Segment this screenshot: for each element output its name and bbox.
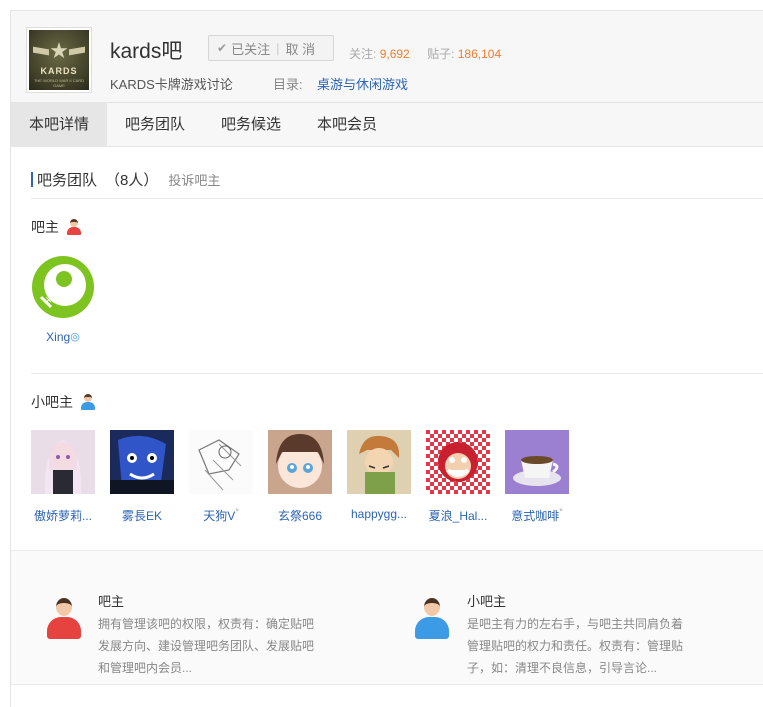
member-name-xing[interactable]: Xing◎ xyxy=(23,330,103,344)
avatar-image xyxy=(31,430,95,494)
directory-label: 目录: xyxy=(273,77,303,92)
divider xyxy=(31,373,763,374)
avatar-image xyxy=(110,430,174,494)
svg-text:✕: ✕ xyxy=(45,295,53,305)
logo-wing-right xyxy=(69,46,85,56)
logo-wing-left xyxy=(33,46,49,56)
avatar-image xyxy=(347,430,411,494)
tab-candidates[interactable]: 吧务候选 xyxy=(203,103,299,147)
member-name-1[interactable]: 傲娇萝莉... xyxy=(23,507,103,524)
logo-text: KARDS xyxy=(40,66,78,76)
followers-count: 9,692 xyxy=(379,47,410,61)
team-title: 吧务团队 xyxy=(37,172,98,189)
team-section-title: 吧务团队 （8人） 投诉吧主 xyxy=(31,169,220,190)
team-count: （8人） xyxy=(105,172,159,189)
forum-name[interactable]: kards吧 xyxy=(110,35,182,65)
forum-page: ★ KARDS THE WORLD WAR II CARD GAME kards… xyxy=(10,10,763,707)
avatar-xing[interactable]: ✕ xyxy=(31,255,95,319)
avatar-member-3[interactable] xyxy=(189,430,253,494)
avatar-member-1[interactable] xyxy=(31,430,95,494)
assistant-info-text: 是吧主有力的左右手，与吧主共同肩负着管理贴吧的权力和责任。权责有：管理贴子，如：… xyxy=(467,617,684,675)
followed-label: 已关注 xyxy=(231,41,271,57)
owner-role-label: 吧主 xyxy=(31,217,81,237)
logo-image: ★ KARDS THE WORLD WAR II CARD GAME xyxy=(29,30,89,90)
posts-count: 186,104 xyxy=(457,47,502,61)
forum-stats: 关注: 9,692 贴子: 186,104 xyxy=(349,45,515,62)
role-info-panel: 吧主 拥有管理该吧的权限，权责有：确定贴吧发展方向、建设管理吧务团队、发展贴吧和… xyxy=(11,550,763,685)
check-icon: ✔ xyxy=(217,41,228,55)
member-name-3[interactable]: 天狗V° xyxy=(181,507,261,524)
member-name-7[interactable]: 意式咖啡° xyxy=(497,507,577,524)
unfollow-button[interactable]: 取 消 xyxy=(285,39,315,58)
avatar-member-5[interactable] xyxy=(347,430,411,494)
avatar-member-2[interactable] xyxy=(110,430,174,494)
owner-info-text: 拥有管理该吧的权限，权责有：确定贴吧发展方向、建设管理吧务团队、发展贴吧和管理吧… xyxy=(98,617,315,675)
directory-link[interactable]: 桌游与休闲游戏 xyxy=(317,74,408,93)
logo-subtext: THE WORLD WAR II CARD GAME xyxy=(33,78,85,88)
avatar-member-6[interactable] xyxy=(426,430,490,494)
assistant-avatar-icon xyxy=(415,598,449,640)
member-name-2[interactable]: 雾長EK xyxy=(102,507,182,524)
assistant-label-text: 小吧主 xyxy=(31,394,73,410)
avatar-image xyxy=(268,430,332,494)
tab-management-team[interactable]: 吧务团队 xyxy=(107,103,203,147)
avatar-image: ✕ xyxy=(31,255,95,319)
divider xyxy=(31,198,763,199)
owner-avatar-icon xyxy=(47,598,81,640)
tab-members[interactable]: 本吧会员 xyxy=(299,103,395,147)
star-icon: ★ xyxy=(49,38,69,63)
follow-toggle: ✔ 已关注 | 取 消 xyxy=(208,35,334,61)
forum-description: KARDS卡牌游戏讨论 xyxy=(110,77,233,92)
avatar-member-4[interactable] xyxy=(268,430,332,494)
assistant-role-icon xyxy=(81,394,95,410)
avatar-image xyxy=(505,430,569,494)
divider: | xyxy=(276,40,280,56)
member-name-6[interactable]: 夏浪_Hal... xyxy=(418,507,498,524)
avatar-image xyxy=(189,430,253,494)
assistant-info-title: 小吧主 xyxy=(467,594,507,609)
forum-logo[interactable]: ★ KARDS THE WORLD WAR II CARD GAME xyxy=(26,27,92,93)
owner-label-text: 吧主 xyxy=(31,219,59,235)
member-name-5[interactable]: happygg... xyxy=(339,507,419,521)
followers-label: 关注: xyxy=(349,47,377,61)
complain-link[interactable]: 投诉吧主 xyxy=(168,170,220,189)
tab-forum-details[interactable]: 本吧详情 xyxy=(11,103,108,147)
owner-info-title: 吧主 xyxy=(98,594,125,609)
posts-label: 贴子: xyxy=(427,47,455,61)
member-name-4[interactable]: 玄祭666 xyxy=(260,507,340,524)
avatar-member-7[interactable] xyxy=(505,430,569,494)
forum-header: ★ KARDS THE WORLD WAR II CARD GAME kards… xyxy=(11,11,763,102)
title-accent-bar xyxy=(31,172,33,187)
owner-role-icon xyxy=(67,219,81,235)
avatar-image xyxy=(426,430,490,494)
forum-tabs: 本吧详情 吧务团队 吧务候选 本吧会员 xyxy=(11,102,763,147)
assistant-role-label: 小吧主 xyxy=(31,392,95,412)
